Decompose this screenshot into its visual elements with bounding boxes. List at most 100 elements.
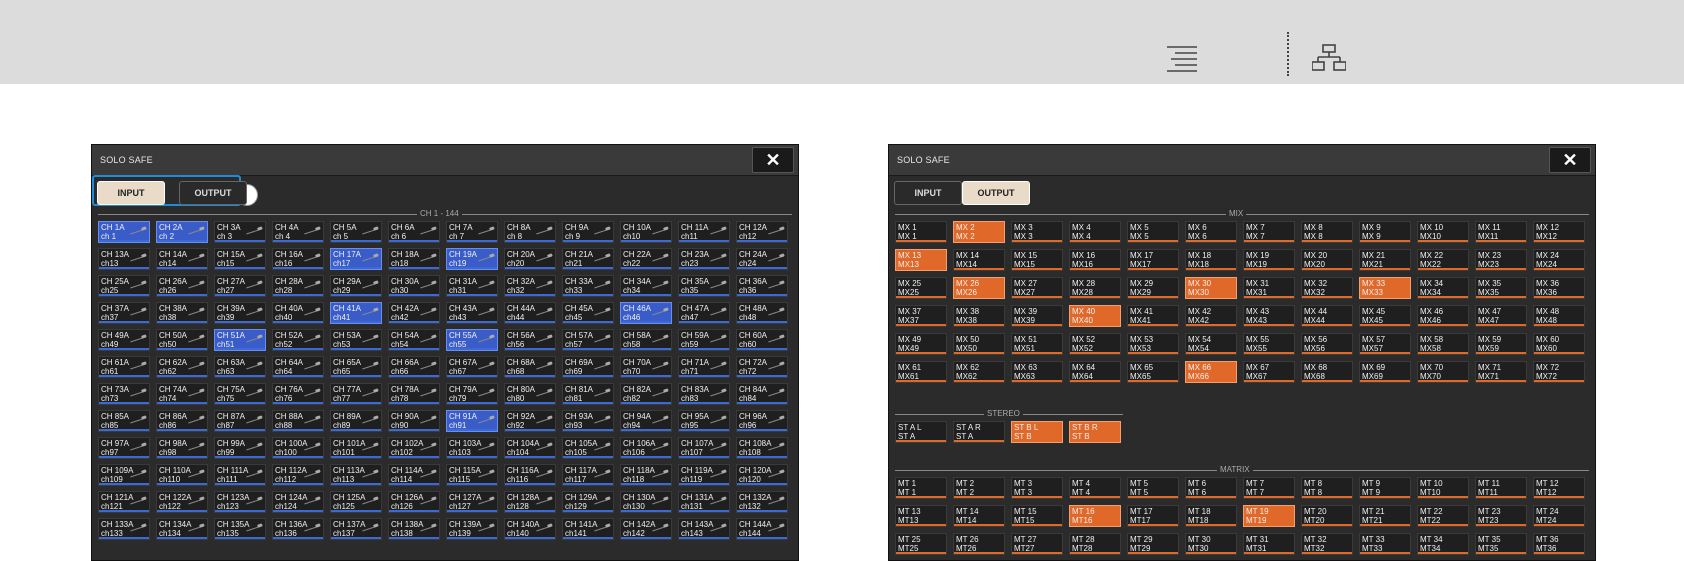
channel-button[interactable]: CH 10A ch10 [620,221,672,243]
output-button[interactable]: MT 25 MT25 [895,533,947,555]
output-button[interactable]: MX 56 MX56 [1301,333,1353,355]
output-button[interactable]: MT 20 MT20 [1301,505,1353,527]
output-button[interactable]: MX 67 MX67 [1243,361,1295,383]
output-button[interactable]: MX 47 MX47 [1475,305,1527,327]
tab-input[interactable]: INPUT [97,181,165,205]
channel-button[interactable]: CH 89A ch89 [330,410,382,432]
output-button[interactable]: MX 14 MX14 [953,249,1005,271]
output-button[interactable]: MX 3 MX 3 [1011,221,1063,243]
channel-button[interactable]: CH 107A ch107 [678,437,730,459]
channel-button[interactable]: CH 6A ch 6 [388,221,440,243]
channel-button[interactable]: CH 49A ch49 [98,329,150,351]
channel-button[interactable]: CH 40A ch40 [272,302,324,324]
output-button[interactable]: MT 6 MT 6 [1185,477,1237,499]
channel-button[interactable]: CH 113A ch113 [330,464,382,486]
channel-button[interactable]: CH 112A ch112 [272,464,324,486]
output-button[interactable]: MT 17 MT17 [1127,505,1179,527]
channel-button[interactable]: CH 74A ch74 [156,383,208,405]
channel-button[interactable]: CH 81A ch81 [562,383,614,405]
channel-button[interactable]: CH 76A ch76 [272,383,324,405]
output-button[interactable]: MT 2 MT 2 [953,477,1005,499]
channel-button[interactable]: CH 68A ch68 [504,356,556,378]
channel-button[interactable]: CH 2A ch 2 [156,221,208,243]
channel-button[interactable]: CH 22A ch22 [620,248,672,270]
output-button[interactable]: MX 69 MX69 [1359,361,1411,383]
channel-button[interactable]: CH 110A ch110 [156,464,208,486]
output-button[interactable]: MX 11 MX11 [1475,221,1527,243]
output-button[interactable]: MX 45 MX45 [1359,305,1411,327]
channel-button[interactable]: CH 95A ch95 [678,410,730,432]
output-button[interactable]: MX 61 MX61 [895,361,947,383]
channel-button[interactable]: CH 122A ch122 [156,491,208,513]
output-button[interactable]: MX 24 MX24 [1533,249,1585,271]
channel-button[interactable]: CH 125A ch125 [330,491,382,513]
output-button[interactable]: MT 18 MT18 [1185,505,1237,527]
channel-button[interactable]: CH 11A ch11 [678,221,730,243]
channel-button[interactable]: CH 72A ch72 [736,356,788,378]
channel-button[interactable]: CH 104A ch104 [504,437,556,459]
channel-button[interactable]: CH 34A ch34 [620,275,672,297]
channel-button[interactable]: CH 99A ch99 [214,437,266,459]
output-button[interactable]: MX 26 MX26 [953,277,1005,299]
channel-button[interactable]: CH 25A ch25 [98,275,150,297]
channel-button[interactable]: CH 1A ch 1 [98,221,150,243]
channel-button[interactable]: CH 12A ch12 [736,221,788,243]
channel-button[interactable]: CH 141A ch141 [562,518,614,540]
output-button[interactable]: MX 7 MX 7 [1243,221,1295,243]
channel-button[interactable]: CH 16A ch16 [272,248,324,270]
channel-button[interactable]: CH 45A ch45 [562,302,614,324]
output-button[interactable]: MT 14 MT14 [953,505,1005,527]
channel-button[interactable]: CH 29A ch29 [330,275,382,297]
output-button[interactable]: ST A R ST A [953,421,1005,443]
output-button[interactable]: MT 19 MT19 [1243,505,1295,527]
output-button[interactable]: MT 8 MT 8 [1301,477,1353,499]
output-button[interactable]: MX 10 MX10 [1417,221,1469,243]
tab-output[interactable]: OUTPUT [962,181,1030,205]
output-button[interactable]: MX 44 MX44 [1301,305,1353,327]
output-button[interactable]: MX 1 MX 1 [895,221,947,243]
channel-button[interactable]: CH 100A ch100 [272,437,324,459]
output-button[interactable]: MT 36 MT36 [1533,533,1585,555]
channel-button[interactable]: CH 37A ch37 [98,302,150,324]
output-button[interactable]: MX 43 MX43 [1243,305,1295,327]
output-button[interactable]: MX 2 MX 2 [953,221,1005,243]
channel-button[interactable]: CH 38A ch38 [156,302,208,324]
output-button[interactable]: MX 28 MX28 [1069,277,1121,299]
channel-button[interactable]: CH 116A ch116 [504,464,556,486]
channel-button[interactable]: CH 75A ch75 [214,383,266,405]
channel-button[interactable]: CH 85A ch85 [98,410,150,432]
channel-button[interactable]: CH 69A ch69 [562,356,614,378]
output-button[interactable]: MX 4 MX 4 [1069,221,1121,243]
channel-button[interactable]: CH 66A ch66 [388,356,440,378]
channel-button[interactable]: CH 4A ch 4 [272,221,324,243]
channel-button[interactable]: CH 93A ch93 [562,410,614,432]
output-button[interactable]: MX 29 MX29 [1127,277,1179,299]
output-button[interactable]: MX 13 MX13 [895,249,947,271]
channel-button[interactable]: CH 82A ch82 [620,383,672,405]
channel-button[interactable]: CH 130A ch130 [620,491,672,513]
output-button[interactable]: MX 65 MX65 [1127,361,1179,383]
channel-button[interactable]: CH 14A ch14 [156,248,208,270]
channel-button[interactable]: CH 18A ch18 [388,248,440,270]
channel-button[interactable]: CH 27A ch27 [214,275,266,297]
channel-button[interactable]: CH 117A ch117 [562,464,614,486]
network-tree-icon[interactable] [1312,44,1346,72]
output-button[interactable]: MX 31 MX31 [1243,277,1295,299]
channel-button[interactable]: CH 118A ch118 [620,464,672,486]
output-button[interactable]: MT 10 MT10 [1417,477,1469,499]
output-button[interactable]: MX 36 MX36 [1533,277,1585,299]
output-button[interactable]: MT 5 MT 5 [1127,477,1179,499]
output-button[interactable]: MT 30 MT30 [1185,533,1237,555]
channel-button[interactable]: CH 84A ch84 [736,383,788,405]
channel-button[interactable]: CH 143A ch143 [678,518,730,540]
channel-button[interactable]: CH 97A ch97 [98,437,150,459]
align-right-icon[interactable] [1165,44,1199,72]
output-button[interactable]: ST B R ST B [1069,421,1121,443]
output-button[interactable]: MT 13 MT13 [895,505,947,527]
tab-output[interactable]: OUTPUT [179,181,247,205]
channel-button[interactable]: CH 129A ch129 [562,491,614,513]
output-button[interactable]: MT 34 MT34 [1417,533,1469,555]
channel-button[interactable]: CH 47A ch47 [678,302,730,324]
channel-button[interactable]: CH 133A ch133 [98,518,150,540]
channel-button[interactable]: CH 71A ch71 [678,356,730,378]
